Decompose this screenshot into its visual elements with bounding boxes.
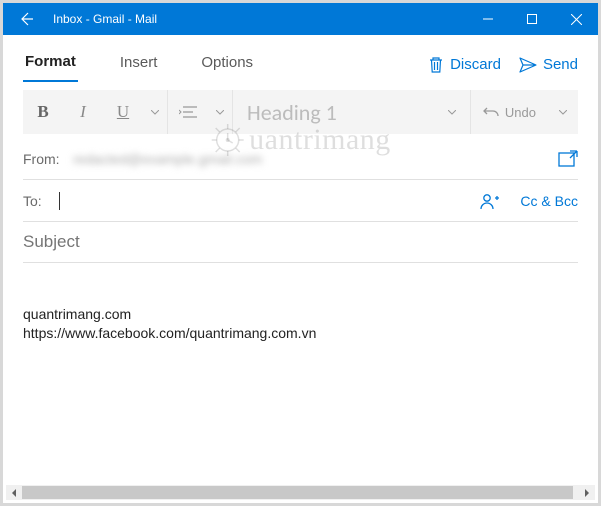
align-icon [179,105,197,119]
trash-icon [428,56,444,74]
tab-format[interactable]: Format [23,47,78,82]
style-dropdown[interactable] [434,110,470,115]
undo-label: Undo [505,105,536,120]
to-label: To: [23,193,51,209]
open-in-new-window-button[interactable] [558,150,578,168]
cc-bcc-toggle[interactable]: Cc & Bcc [520,193,578,209]
style-group: Heading 1 [233,90,471,134]
send-icon [519,57,537,73]
triangle-right-icon [584,489,590,497]
back-button[interactable] [9,3,43,35]
content-area: Format Insert Options Discard Send B I [3,35,598,503]
to-row: To: Cc & Bcc [23,180,578,222]
from-label: From: [23,151,65,167]
paragraph-button[interactable] [168,105,208,119]
scroll-thumb[interactable] [22,486,573,499]
maximize-icon [527,14,537,24]
format-toolbar: B I U Heading 1 [23,90,578,134]
font-style-dropdown[interactable] [143,110,167,115]
scroll-track[interactable] [22,485,579,500]
bold-button[interactable]: B [23,102,63,122]
minimize-button[interactable] [466,3,510,35]
titlebar: Inbox - Gmail - Mail [3,3,598,35]
subject-row [23,222,578,263]
minimize-icon [483,14,493,24]
window-title: Inbox - Gmail - Mail [53,12,466,26]
arrow-left-icon [18,11,34,27]
font-style-group: B I U [23,90,168,134]
italic-button[interactable]: I [63,102,103,122]
send-button[interactable]: Send [519,56,578,73]
popout-icon [558,150,578,168]
close-icon [571,14,582,25]
chevron-down-icon [448,110,456,115]
undo-button[interactable]: Undo [471,105,548,120]
ribbon-tabs: Format Insert Options Discard Send [3,35,598,82]
underline-button[interactable]: U [103,102,143,122]
discard-label: Discard [450,56,501,73]
window-controls [466,3,598,35]
tab-options[interactable]: Options [199,48,255,81]
chevron-down-icon [151,110,159,115]
to-input[interactable] [60,193,480,209]
horizontal-scrollbar[interactable] [6,485,595,500]
message-body[interactable]: quantrimang.com https://www.facebook.com… [3,263,598,343]
tab-insert[interactable]: Insert [118,48,160,81]
body-line: https://www.facebook.com/quantrimang.com… [23,324,578,343]
from-value[interactable]: redacted@example.gmail.com [73,151,558,167]
chevron-down-icon [216,110,224,115]
from-row: From: redacted@example.gmail.com [23,138,578,180]
discard-button[interactable]: Discard [428,56,501,74]
body-line: quantrimang.com [23,305,578,324]
close-button[interactable] [554,3,598,35]
scroll-left-button[interactable] [6,485,22,500]
subject-input[interactable] [23,232,578,252]
paragraph-dropdown[interactable] [208,110,232,115]
style-selector[interactable]: Heading 1 [233,99,351,126]
paragraph-group [168,90,233,134]
maximize-button[interactable] [510,3,554,35]
scroll-right-button[interactable] [579,485,595,500]
person-add-icon [480,192,500,210]
add-contact-button[interactable] [480,192,500,210]
mail-compose-window: Inbox - Gmail - Mail Format Insert Optio… [0,0,601,506]
undo-icon [483,106,499,118]
send-label: Send [543,56,578,73]
triangle-left-icon [11,489,17,497]
header-fields: From: redacted@example.gmail.com To: [3,134,598,263]
undo-group: Undo [471,90,578,134]
chevron-down-icon [559,110,567,115]
undo-dropdown[interactable] [548,110,578,115]
